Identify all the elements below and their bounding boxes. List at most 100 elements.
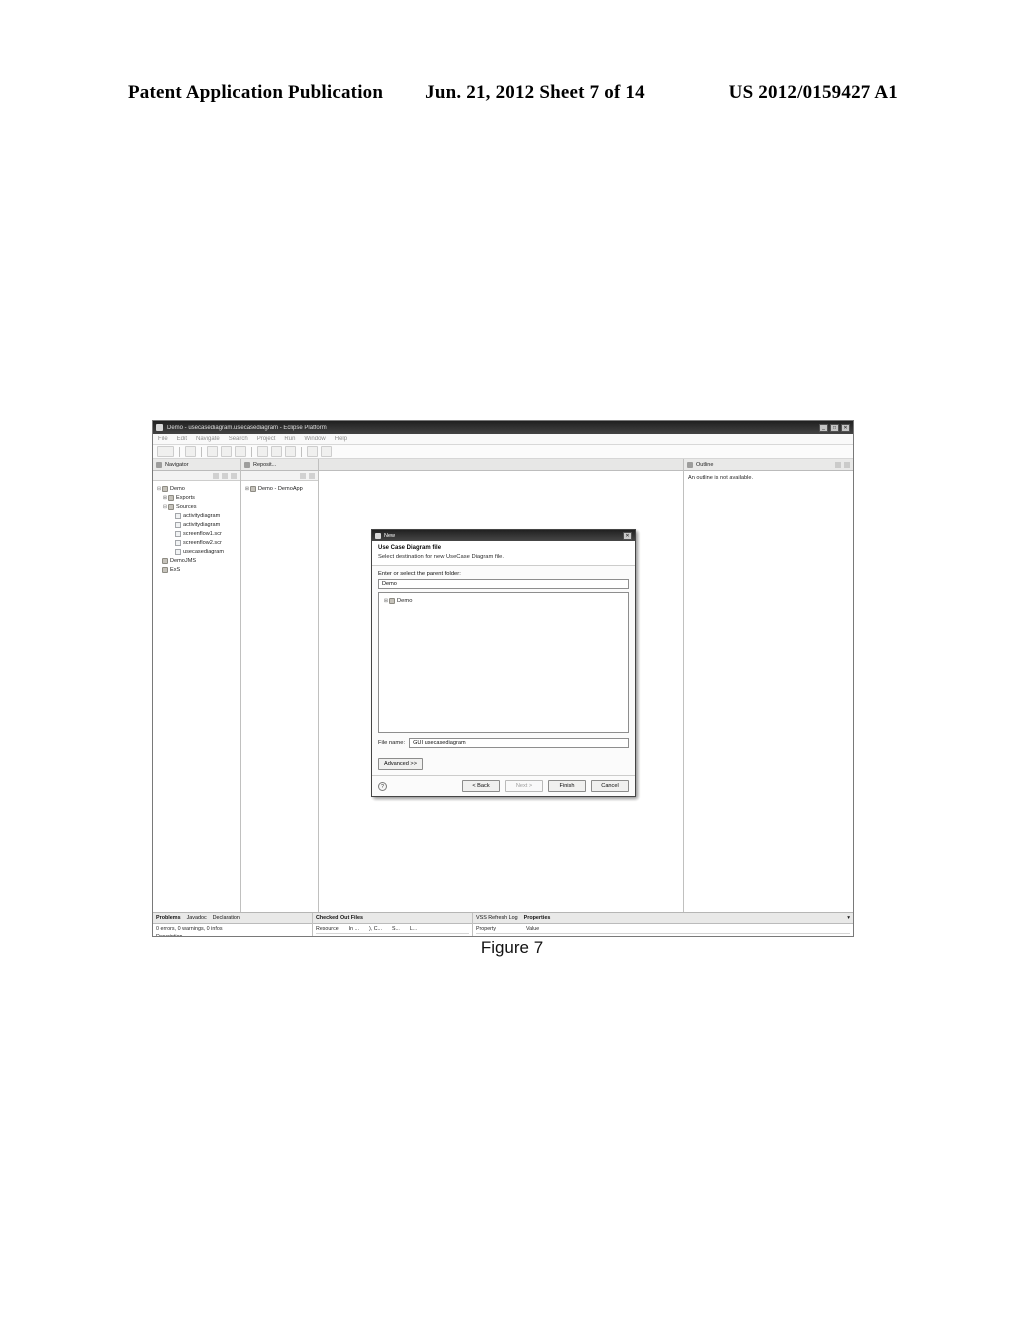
tab-problems[interactable]: Problems	[156, 915, 181, 921]
tree-item-label: Demo	[397, 598, 413, 604]
problems-view: Problems Javadoc Declaration 0 errors, 0…	[153, 913, 313, 936]
tree-item[interactable]: ⊟ Demo	[155, 484, 238, 493]
menu-project[interactable]: Project	[257, 436, 276, 442]
menubar[interactable]: File Edit Navigate Search Project Run Wi…	[153, 434, 853, 445]
properties-view-menu-icon[interactable]: ▾	[847, 915, 850, 921]
tab-repository[interactable]: Reposit...	[241, 459, 318, 471]
checked-out-tabs[interactable]: Checked Out Files	[313, 913, 472, 924]
tree-item[interactable]: activitydiagram	[155, 520, 238, 529]
diagram-file-icon	[175, 530, 181, 537]
parent-folder-input[interactable]: Demo	[378, 579, 629, 589]
link-editor-icon[interactable]	[222, 472, 228, 479]
collapse-all-icon[interactable]	[213, 472, 219, 479]
run-icon[interactable]	[221, 446, 232, 457]
menu-search[interactable]: Search	[229, 436, 248, 442]
finish-button[interactable]: Finish	[548, 780, 586, 792]
tab-properties[interactable]: Properties	[524, 915, 551, 921]
menu-run[interactable]: Run	[284, 436, 295, 442]
tab-vss-refresh-log[interactable]: VSS Refresh Log	[476, 915, 518, 921]
file-name-label: File name:	[378, 740, 406, 746]
new-java-project-icon[interactable]	[257, 446, 268, 457]
toolbar-separator	[301, 446, 302, 457]
editor-tabs[interactable]	[319, 459, 683, 471]
repository-tree[interactable]: ⊞ Demo - DemoApp	[241, 481, 318, 912]
column-value[interactable]: Value	[526, 926, 539, 932]
minimize-button[interactable]: _	[819, 423, 828, 432]
cancel-button[interactable]: Cancel	[591, 780, 629, 792]
file-name-input[interactable]: GUI usecasediagram	[409, 738, 629, 748]
new-class-icon[interactable]	[285, 446, 296, 457]
properties-tabs[interactable]: VSS Refresh Log Properties ▾	[473, 913, 853, 924]
properties-view: VSS Refresh Log Properties ▾ Property Va…	[473, 913, 853, 937]
tab-outline[interactable]: Outline	[684, 459, 853, 471]
close-button[interactable]: ✕	[841, 423, 850, 432]
refresh-icon[interactable]	[300, 472, 306, 479]
menu-file[interactable]: File	[158, 436, 168, 442]
properties-column-header[interactable]: Property Value	[476, 926, 850, 934]
tree-item[interactable]: screenflow1.scr	[155, 529, 238, 538]
column-c[interactable]: ), C...	[369, 926, 382, 932]
column-resource[interactable]: Resource	[316, 926, 339, 932]
folder-icon	[389, 598, 395, 604]
tree-item[interactable]: ⊞ Demo	[382, 596, 625, 606]
tab-outline-label: Outline	[696, 461, 714, 468]
tab-javadoc[interactable]: Javadoc	[187, 915, 207, 921]
parent-folder-label: Enter or select the parent folder:	[378, 571, 461, 577]
column-in[interactable]: In ...	[349, 926, 359, 932]
tab-declaration[interactable]: Declaration	[213, 915, 240, 921]
menu-edit[interactable]: Edit	[177, 436, 187, 442]
menu-window[interactable]: Window	[304, 436, 325, 442]
tree-item-label: ExS	[170, 566, 181, 573]
tree-item[interactable]: ⊞ Demo - DemoApp	[243, 484, 316, 493]
tree-item[interactable]: activitydiagram	[155, 511, 238, 520]
back-button[interactable]: < Back	[462, 780, 500, 792]
column-s[interactable]: S...	[392, 926, 400, 932]
dialog-heading: Use Case Diagram file	[378, 545, 442, 551]
folder-tree[interactable]: ⊞ Demo	[378, 592, 629, 733]
tree-item[interactable]: usecasediagram	[155, 547, 238, 556]
menu-navigate[interactable]: Navigate	[196, 436, 220, 442]
problems-view-tabs[interactable]: Problems Javadoc Declaration	[153, 913, 312, 924]
dialog-close-icon[interactable]: ✕	[623, 531, 632, 540]
file-name-row: File name: GUI usecasediagram	[378, 738, 629, 748]
tree-item[interactable]: screenflow2.scr	[155, 538, 238, 547]
help-icon[interactable]: ?	[378, 781, 387, 791]
view-menu-icon[interactable]	[231, 472, 237, 479]
property-group-row[interactable]: Info	[476, 936, 850, 937]
tree-item[interactable]: DemoJMS	[155, 556, 238, 565]
eclipse-icon	[156, 424, 163, 431]
column-description[interactable]: Description	[156, 934, 183, 936]
column-l[interactable]: L...	[410, 926, 417, 932]
external-tools-icon[interactable]	[235, 446, 246, 457]
search-icon[interactable]	[307, 446, 318, 457]
tab-navigator[interactable]: Navigator	[153, 459, 240, 471]
navigator-view-toolbar[interactable]	[153, 471, 240, 481]
new-package-icon[interactable]	[271, 446, 282, 457]
tree-item[interactable]: ExS	[155, 565, 238, 574]
minimize-view-icon[interactable]	[835, 461, 841, 468]
open-type-icon[interactable]	[321, 446, 332, 457]
advanced-button[interactable]: Advanced >>	[378, 758, 423, 770]
repository-view-toolbar[interactable]	[241, 471, 318, 481]
column-property[interactable]: Property	[476, 926, 516, 932]
new-usecase-diagram-dialog[interactable]: New ✕ Use Case Diagram file Select desti…	[371, 529, 636, 797]
main-toolbar[interactable]	[153, 445, 853, 459]
save-icon[interactable]	[185, 446, 196, 457]
maximize-button[interactable]: □	[830, 423, 839, 432]
tab-checked-out-files[interactable]: Checked Out Files	[316, 915, 363, 921]
view-menu-icon[interactable]	[309, 472, 315, 479]
publication-date-sheet: Jun. 21, 2012 Sheet 7 of 14	[425, 82, 645, 103]
property-group-label: Info	[476, 936, 516, 937]
menu-help[interactable]: Help	[335, 436, 347, 442]
problems-column-header[interactable]: Description	[156, 934, 309, 936]
debug-icon[interactable]	[207, 446, 218, 457]
maximize-view-icon[interactable]	[844, 461, 850, 468]
tree-item-label: Exports	[176, 494, 195, 501]
tree-item[interactable]: ⊟ Sources	[155, 502, 238, 511]
new-wizard-icon[interactable]	[157, 446, 174, 457]
tree-item[interactable]: ⊞ Exports	[155, 493, 238, 502]
window-controls[interactable]: _ □ ✕	[819, 423, 850, 432]
checked-out-column-header[interactable]: Resource In ... ), C... S... L...	[316, 926, 469, 934]
tree-item-label: activitydiagram	[183, 521, 221, 528]
navigator-tree[interactable]: ⊟ Demo ⊞ Exports ⊟ Sources activitydiagram …	[153, 481, 240, 912]
